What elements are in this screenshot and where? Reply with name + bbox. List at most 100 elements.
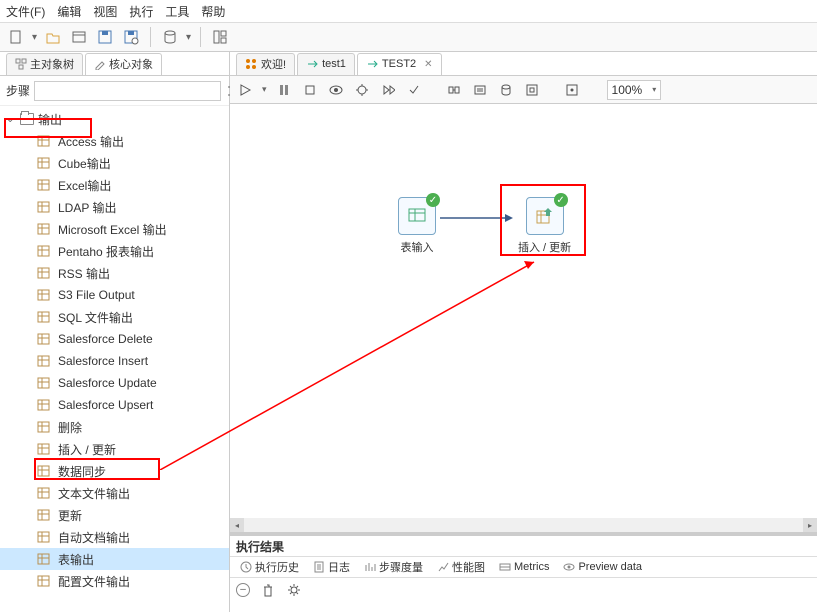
menu-tools[interactable]: 工具 — [165, 3, 189, 20]
chevron-down-icon: ▾ — [652, 85, 656, 94]
folder-icon — [20, 113, 34, 125]
node-insert-update-label: 插入 / 更新 — [518, 239, 571, 255]
tree-item[interactable]: RSS 输出 — [0, 262, 229, 284]
results-title: 执行结果 — [230, 536, 817, 556]
close-icon[interactable]: ✕ — [424, 59, 432, 70]
tree-item-label: LDAP 输出 — [58, 199, 116, 216]
debug-button[interactable] — [353, 81, 371, 99]
explore-button[interactable] — [69, 27, 89, 47]
editor-tab-row: 欢迎! test1 TEST2 ✕ — [230, 52, 817, 76]
tree-item[interactable]: 数据同步 — [0, 460, 229, 482]
clear-button[interactable]: – — [236, 583, 250, 597]
tree-item[interactable]: 配置文件输出 — [0, 570, 229, 592]
menu-view[interactable]: 视图 — [93, 3, 117, 20]
results-tab-history[interactable]: 执行历史 — [234, 557, 305, 577]
results-tab-perf[interactable]: 性能图 — [431, 557, 491, 577]
open-button[interactable] — [43, 27, 63, 47]
node-table-input[interactable]: ✓ 表输入 — [398, 197, 436, 255]
tree-item[interactable]: Cube输出 — [0, 152, 229, 174]
verify-button[interactable] — [405, 81, 423, 99]
sql-button[interactable] — [471, 81, 489, 99]
tree-item[interactable]: 插入 / 更新 — [0, 438, 229, 460]
analyse-button[interactable] — [523, 81, 541, 99]
tree-item[interactable]: 删除 — [0, 416, 229, 438]
zoom-select[interactable]: 100% ▾ — [607, 80, 662, 100]
step-tree[interactable]: ⌄ 输出 Access 输出 Cube输出 Excel输出 LDAP 输出 Micros… — [0, 106, 229, 612]
settings-button[interactable] — [286, 582, 302, 598]
tree-item[interactable]: Salesforce Update — [0, 372, 229, 394]
step-icon — [36, 331, 52, 347]
hop-arrow[interactable] — [440, 212, 515, 224]
tree-item[interactable]: 表输出 — [0, 548, 229, 570]
tree-item[interactable]: 自动文档输出 — [0, 526, 229, 548]
scroll-right-icon[interactable]: ▸ — [803, 518, 817, 532]
save-button[interactable] — [95, 27, 115, 47]
results-tab-preview[interactable]: Preview data — [557, 557, 648, 577]
pause-button[interactable] — [275, 81, 293, 99]
tree-item[interactable]: Excel输出 — [0, 174, 229, 196]
tree-item-label: Salesforce Update — [58, 376, 157, 390]
tab-main-tree[interactable]: 主对象树 — [6, 53, 83, 75]
tree-item[interactable]: LDAP 输出 — [0, 196, 229, 218]
tree-item[interactable]: 更新 — [0, 504, 229, 526]
tab-test1[interactable]: test1 — [297, 53, 355, 75]
perspective-button[interactable] — [210, 27, 230, 47]
tree-item[interactable]: Salesforce Insert — [0, 350, 229, 372]
filter-input[interactable] — [34, 81, 221, 101]
node-insert-update[interactable]: ✓ 插入 / 更新 — [518, 197, 571, 255]
tree-item[interactable]: Access 输出 — [0, 130, 229, 152]
run-button[interactable] — [236, 81, 254, 99]
tree-item[interactable]: Salesforce Upsert — [0, 394, 229, 416]
node-table-input-label: 表输入 — [401, 239, 434, 255]
run-dropdown-icon[interactable]: ▾ — [262, 84, 267, 95]
tree-item-label: Microsoft Excel 输出 — [58, 221, 167, 238]
results-tab-row: 执行历史 日志 步骤度量 性能图 Metrics — [230, 556, 817, 578]
tree-item[interactable]: Microsoft Excel 输出 — [0, 218, 229, 240]
stop-button[interactable] — [301, 81, 319, 99]
tree-item[interactable]: S3 File Output — [0, 284, 229, 306]
db-dropdown-icon[interactable]: ▾ — [186, 32, 191, 43]
impact-button[interactable] — [445, 81, 463, 99]
canvas-hscrollbar[interactable]: ◂ ▸ — [230, 518, 817, 532]
menu-edit[interactable]: 编辑 — [57, 3, 81, 20]
step-icon — [36, 221, 52, 237]
tab-welcome[interactable]: 欢迎! — [236, 53, 295, 75]
results-tab-metrics[interactable]: Metrics — [493, 557, 555, 577]
step-metrics-icon — [364, 561, 376, 573]
delete-button[interactable] — [260, 582, 276, 598]
step-icon — [36, 419, 52, 435]
new-dropdown-icon[interactable]: ▾ — [32, 32, 37, 43]
tree-item[interactable]: 文本文件输出 — [0, 482, 229, 504]
menu-run[interactable]: 执行 — [129, 3, 153, 20]
show-results-button[interactable] — [563, 81, 581, 99]
menu-help[interactable]: 帮助 — [201, 3, 225, 20]
perf-icon — [437, 561, 449, 573]
explore-db-button[interactable] — [497, 81, 515, 99]
log-icon — [313, 561, 325, 573]
save-as-button[interactable] — [121, 27, 141, 47]
tree-item[interactable]: Salesforce Delete — [0, 328, 229, 350]
new-file-button[interactable] — [6, 27, 26, 47]
results-tab-log[interactable]: 日志 — [307, 557, 356, 577]
scroll-left-icon[interactable]: ◂ — [230, 518, 244, 532]
tab-core-objects[interactable]: 核心对象 — [85, 53, 162, 75]
filter-row: 步骤 — [0, 76, 229, 106]
tree-item-label: Cube输出 — [58, 155, 111, 172]
db-connections-button[interactable] — [160, 27, 180, 47]
results-tab-step-metrics[interactable]: 步骤度量 — [358, 557, 429, 577]
tab-test1-label: test1 — [322, 58, 346, 70]
preview-button[interactable] — [327, 81, 345, 99]
tab-test2[interactable]: TEST2 ✕ — [357, 53, 442, 75]
tree-item[interactable]: Pentaho 报表输出 — [0, 240, 229, 262]
step-icon — [36, 397, 52, 413]
twisty-icon: ⌄ — [6, 114, 16, 125]
step-icon — [36, 353, 52, 369]
tree-item[interactable]: SQL 文件输出 — [0, 306, 229, 328]
replay-button[interactable] — [379, 81, 397, 99]
tree-item-label: Access 输出 — [58, 133, 124, 150]
tree-folder-output[interactable]: ⌄ 输出 — [0, 108, 229, 130]
welcome-icon — [245, 58, 257, 70]
menu-file[interactable]: 文件(F) — [6, 3, 45, 20]
tree-item-label: 配置文件输出 — [58, 573, 130, 590]
canvas[interactable]: ✓ 表输入 ✓ 插入 / 更新 ◂ ▸ — [230, 104, 817, 532]
